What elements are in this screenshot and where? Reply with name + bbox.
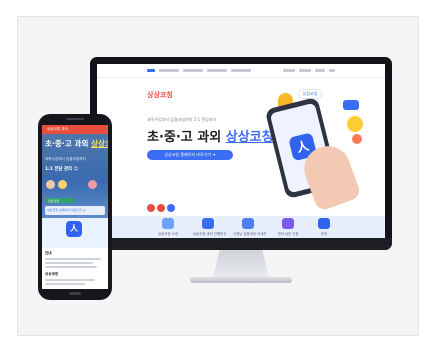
- quick-menu-label: 상상코칭 소개: [158, 232, 178, 236]
- headline-main: 초·중·고 과외: [147, 130, 226, 145]
- mobile-subtitle: 과목수업부터 입결코칭까지: [45, 157, 86, 161]
- mobile-cta-label: 상상코칭 홈페이지 바로가기 ➜: [47, 208, 86, 212]
- text-line: [45, 262, 93, 264]
- balloon-icon: [352, 134, 362, 144]
- nav-item[interactable]: [183, 69, 203, 72]
- quick-menu-label: 상상코칭 과외 진행방식: [193, 232, 227, 236]
- desktop-monitor: 상상코칭 과목수업부터 입결코칭까지 1:1 전담마크 초·중·고 과외 상상코…: [90, 57, 392, 250]
- nav-item[interactable]: [231, 69, 251, 72]
- quick-menu-label: 문의: [320, 232, 328, 236]
- avatar: [58, 180, 67, 189]
- mobile-section-heading: 상상코칭: [45, 272, 59, 276]
- phone-speaker: [66, 118, 84, 120]
- mobile-phone: 상상코칭 과외 초·중·고 과외 상상코칭 과목수업부터 입결코칭까지 1:1 …: [38, 114, 112, 300]
- text-line: [45, 283, 85, 285]
- book-icon: [162, 218, 174, 229]
- quick-menu-label: 선생님 검증과정 자세히: [233, 232, 267, 236]
- quick-menu-item[interactable]: 관리 상담 신청: [273, 216, 303, 238]
- mobile-action-label: 상담신청: [48, 198, 60, 203]
- arrow-icon: [202, 218, 214, 229]
- nav-item[interactable]: [147, 69, 155, 72]
- mobile-screen: 상상코칭 과외 초·중·고 과외 상상코칭 과목수업부터 입결코칭까지 1:1 …: [42, 125, 108, 289]
- smile-emoji-icon: [347, 116, 363, 132]
- nav-item[interactable]: [159, 69, 179, 72]
- mobile-headline-main: 초·중·고 과외: [45, 139, 91, 148]
- nav-item[interactable]: [315, 69, 325, 72]
- mobile-headline: 초·중·고 과외 상상코칭: [45, 138, 108, 149]
- mobile-section-heading: 안내: [45, 251, 52, 255]
- desktop-screen: 상상코칭 과목수업부터 입결코칭까지 1:1 전담마크 초·중·고 과외 상상코…: [97, 64, 385, 238]
- headline-accent: 상상코칭: [225, 130, 274, 145]
- desktop-top-nav: [97, 64, 385, 78]
- text-line: [45, 258, 101, 260]
- nav-item[interactable]: [283, 69, 295, 72]
- mobile-tagline: 1:1 전담 관리 😊: [45, 167, 79, 172]
- quick-menu-label: 관리 상담 신청: [277, 232, 299, 236]
- monitor-stand-base: [190, 277, 292, 283]
- mobile-top-title[interactable]: 상상코칭 과외: [47, 127, 68, 132]
- homepage-cta-button[interactable]: 상상코칭 홈페이지 바로가기 ➜: [147, 150, 233, 160]
- quick-menu-item[interactable]: 상상코칭 과외 진행방식: [193, 216, 227, 238]
- nav-item[interactable]: [299, 69, 311, 72]
- hero-subtitle: 과목수업부터 입결코칭까지 1:1 전담마크: [147, 117, 217, 122]
- avatar: [88, 180, 97, 189]
- monitor-stand-neck: [213, 250, 269, 278]
- hero-headline: 초·중·고 과외 상상코칭: [147, 126, 274, 145]
- phone-home-indicator: [69, 292, 81, 295]
- mobile-headline-accent: 상상코칭: [91, 139, 108, 148]
- chat-bubble-icon: [343, 100, 359, 110]
- app-icon: 人: [66, 221, 82, 237]
- quick-menu-item[interactable]: 문의: [309, 216, 339, 238]
- nav-item[interactable]: [207, 69, 227, 72]
- brand-logo[interactable]: 상상코칭: [147, 90, 173, 100]
- youtube-icon[interactable]: [147, 204, 155, 212]
- quick-menu-item[interactable]: 상상코칭 소개: [153, 216, 183, 238]
- people-icon: [242, 218, 254, 229]
- trophy-icon: [282, 218, 294, 229]
- nav-item[interactable]: [329, 69, 335, 72]
- blog-icon[interactable]: [167, 204, 175, 212]
- app-icon: [318, 218, 330, 229]
- quick-menu-item[interactable]: 선생님 검증과정 자세히: [233, 216, 267, 238]
- text-line: [45, 266, 97, 268]
- monitor-chin: [90, 238, 392, 250]
- text-line: [45, 279, 95, 281]
- instagram-icon[interactable]: [157, 204, 165, 212]
- avatar: [46, 180, 55, 189]
- chat-badge: 상상코칭: [298, 89, 322, 99]
